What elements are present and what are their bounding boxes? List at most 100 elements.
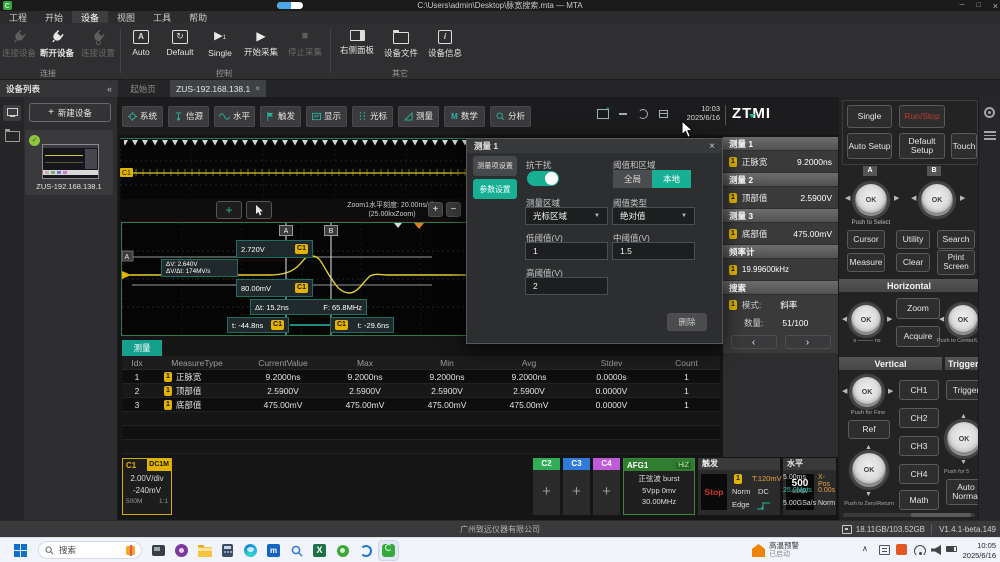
taskbar-clock[interactable]: 10:05 2025/6/16 [960, 541, 996, 560]
device-card[interactable]: ✓ ZUS-192.168.138.1 [25, 130, 113, 195]
volume-icon[interactable] [931, 545, 941, 555]
v-knob-right-icon[interactable]: ▶ [888, 388, 893, 395]
default-button[interactable]: ↻ Default [160, 26, 200, 57]
ime-icon[interactable] [879, 545, 890, 555]
device-files-button[interactable]: 设备文件 [380, 26, 422, 59]
search-prev-button[interactable]: ‹ [731, 335, 777, 349]
knob-a-left-icon[interactable]: ◀ [845, 195, 850, 202]
zoom-button[interactable]: Zoom [896, 298, 940, 319]
t-knob-up-icon[interactable]: ▲ [960, 413, 967, 420]
close-icon[interactable]: × [993, 1, 998, 11]
col-idx[interactable]: Idx [122, 356, 152, 369]
cursor-b-flag[interactable]: B [324, 225, 338, 236]
col-stdev[interactable]: Stdev [570, 356, 653, 369]
t-knob-down-icon[interactable]: ▼ [960, 459, 967, 466]
vertical-scale-knob[interactable]: OK [852, 377, 882, 407]
col-min[interactable]: Min [406, 356, 488, 369]
afg-card[interactable]: AFG1 HiZ 正弦波 burst 5Vpp 0mv 30.00MHz [623, 458, 695, 515]
horizontal-scale-knob[interactable]: OK [851, 305, 881, 335]
panel-settings-icon[interactable] [984, 107, 995, 118]
acquire-button[interactable]: Acquire [896, 326, 940, 347]
m-window-icon[interactable]: m [265, 542, 282, 559]
knob-b[interactable]: OK [921, 184, 953, 216]
minimize-window-icon[interactable] [616, 107, 630, 121]
menu-item-tools[interactable]: 工具 [144, 11, 180, 23]
clear-button[interactable]: Clear [896, 253, 930, 272]
v-pos-down-icon[interactable]: ▼ [865, 491, 872, 498]
channel-c2-card[interactable]: C2 + [533, 458, 560, 515]
ch1-button[interactable]: CH1 [899, 380, 939, 400]
measure-button[interactable]: Measure [847, 253, 885, 272]
taskbar-search[interactable]: 搜索 [38, 541, 142, 559]
device-list-icon[interactable] [3, 105, 21, 121]
refresh-icon[interactable] [636, 107, 650, 121]
green-app-icon[interactable] [334, 542, 351, 559]
channel-c1-card[interactable]: C1 DC1M 2.00V/div -240mV 500M 1:1 [122, 458, 172, 515]
knob-b-left-icon[interactable]: ◀ [911, 195, 916, 202]
menu-item-help[interactable]: 帮助 [180, 11, 216, 23]
single-fp-button[interactable]: Single [847, 105, 892, 128]
auto-setup-button[interactable]: Auto Setup [847, 133, 892, 159]
vertical-position-knob[interactable]: OK [852, 453, 886, 487]
explorer-icon[interactable] [196, 542, 213, 559]
measure2-row[interactable]: 1 顶部值 2.5900V [723, 187, 838, 208]
math-button[interactable]: Math [899, 490, 939, 510]
dialog-tab-params[interactable]: 参数设置 [473, 179, 517, 199]
connect-settings-button[interactable]: 连接设置 [80, 26, 116, 59]
menu-item-project[interactable]: 工程 [0, 11, 36, 23]
trigger-status-panel[interactable]: 触发 Stop 1 T:120mV Norm DC Edge [698, 458, 780, 515]
front-panel-scrollbar[interactable] [843, 513, 975, 517]
scope-btn-math[interactable]: M数学 [444, 106, 485, 127]
calculator-icon[interactable] [219, 542, 236, 559]
table-row[interactable]: 1 1正脉宽 9.2000ns 9.2000ns 9.2000ns 9.2000… [122, 370, 720, 384]
measure-tab[interactable]: 测量 [122, 340, 162, 356]
knob-b-right-icon[interactable]: ▶ [960, 195, 965, 202]
scope-btn-source[interactable]: 信源 [168, 106, 209, 127]
col-avg[interactable]: Avg [488, 356, 570, 369]
scope-btn-measure[interactable]: 测量 [398, 106, 439, 127]
menu-item-start[interactable]: 开始 [36, 11, 72, 23]
knob-a-right-icon[interactable]: ▶ [894, 195, 899, 202]
region-local-option[interactable]: 本地 [652, 170, 691, 188]
start-button[interactable] [12, 542, 29, 559]
purple-app-icon[interactable] [173, 542, 190, 559]
wifi-icon[interactable] [914, 545, 926, 555]
default-setup-button[interactable]: Default Setup [899, 133, 945, 159]
touch-button[interactable]: Touch [951, 133, 977, 159]
cursor-button[interactable]: Cursor [847, 230, 885, 249]
tray-app-icon[interactable] [896, 544, 907, 555]
knob-a[interactable]: OK [855, 184, 887, 216]
scope-btn-trigger[interactable]: 触发 [260, 106, 301, 127]
device-folder-icon[interactable] [5, 131, 20, 142]
single-button[interactable]: ▶1 Single [202, 26, 238, 58]
h-pos-knob-left-icon[interactable]: ◀ [939, 316, 944, 323]
measure-region-select[interactable]: 光标区域▼ [525, 207, 608, 225]
delete-button[interactable]: 删除 [667, 313, 707, 331]
connect-device-button[interactable]: 连接设备 [2, 26, 36, 59]
right-panel-button[interactable]: 右侧面板 [336, 26, 378, 56]
scope-btn-analyze[interactable]: 分析 [490, 106, 531, 127]
scope-btn-cursor[interactable]: 光标 [352, 106, 393, 127]
dialog-titlebar[interactable]: 测量 1 × [467, 139, 722, 153]
panel-list-icon[interactable] [984, 131, 996, 140]
measure1-row[interactable]: 1 正脉宽 9.2000ns [723, 151, 838, 172]
measure3-row[interactable]: 1 底部值 475.00mV [723, 223, 838, 244]
threshold-type-select[interactable]: 绝对值▼ [612, 207, 695, 225]
h-knob-left-icon[interactable]: ◀ [842, 316, 847, 323]
dialog-close-icon[interactable]: × [709, 141, 715, 152]
mta-app-icon[interactable] [378, 540, 399, 561]
sync-app-icon[interactable] [357, 542, 374, 559]
battery-icon[interactable] [946, 546, 957, 552]
col-type[interactable]: MeasureType [152, 356, 242, 369]
pointer-mode-button[interactable] [246, 201, 272, 219]
search-next-button[interactable]: › [785, 335, 831, 349]
print-screen-button[interactable]: Print Screen [937, 250, 975, 275]
region-global-option[interactable]: 全局 [613, 170, 652, 188]
weather-warning[interactable]: 高温预警 已启动 [752, 541, 822, 560]
low-threshold-input[interactable]: 1 [525, 242, 608, 260]
zoom-out-button[interactable]: − [446, 202, 461, 217]
mid-threshold-input[interactable]: 1.5 [612, 242, 695, 260]
run-stop-button[interactable]: Run/Stop [899, 105, 945, 128]
menu-item-device[interactable]: 设备 [72, 11, 108, 23]
search-button[interactable]: Search [937, 230, 975, 249]
